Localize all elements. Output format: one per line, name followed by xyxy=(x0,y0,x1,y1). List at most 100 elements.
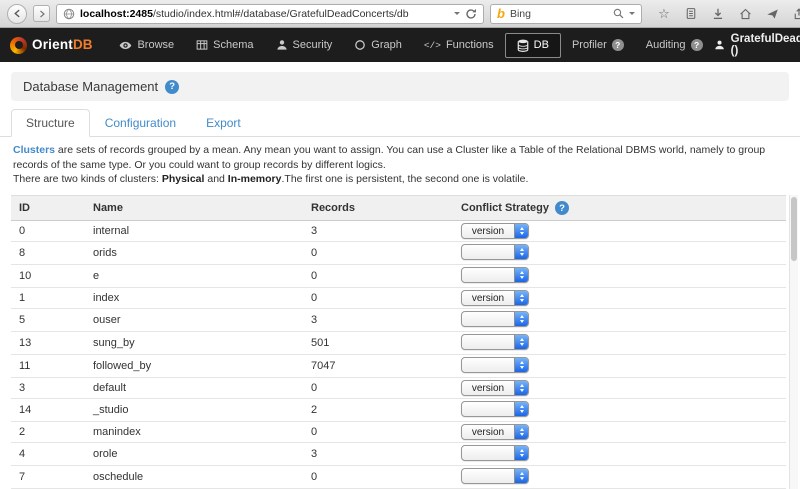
select-stepper-icon xyxy=(514,268,528,282)
downloads-icon[interactable] xyxy=(710,6,726,22)
nav-graph[interactable]: Graph xyxy=(343,33,413,57)
cluster-id: 8 xyxy=(11,242,85,265)
urlbar-dropdown-icon[interactable] xyxy=(454,12,460,15)
conflict-strategy-select[interactable] xyxy=(461,468,529,484)
url-bar[interactable]: localhost:2485/studio/index.html#/databa… xyxy=(56,4,484,24)
nav-browse[interactable]: Browse xyxy=(108,33,185,58)
cluster-strategy-cell: version xyxy=(453,378,786,399)
cluster-row: 3default0version xyxy=(11,378,786,399)
back-button[interactable] xyxy=(7,4,27,24)
nav-label: Graph xyxy=(371,39,402,51)
conflict-strategy-select[interactable]: version xyxy=(461,223,529,239)
forward-arrow-icon xyxy=(38,10,46,18)
reload-icon[interactable] xyxy=(465,8,477,20)
brand-orient: Orient xyxy=(32,37,73,52)
nav-profiler[interactable]: Profiler ? xyxy=(561,33,635,57)
tab-configuration[interactable]: Configuration xyxy=(90,109,191,137)
kinds-suffix: .The first one is persistent, the second… xyxy=(281,173,528,185)
clusters-table: ID Name Records Conflict Strategy? 0inte… xyxy=(11,195,786,489)
help-icon[interactable]: ? xyxy=(691,39,703,51)
code-icon: </> xyxy=(424,40,441,51)
conflict-strategy-value xyxy=(462,268,514,282)
conflict-strategy-select[interactable] xyxy=(461,311,529,327)
help-icon[interactable]: ? xyxy=(612,39,624,51)
url-text: localhost:2485/studio/index.html#/databa… xyxy=(80,8,409,20)
header-name: Name xyxy=(85,196,303,221)
cluster-id: 14 xyxy=(11,399,85,422)
cluster-row: 4orole3 xyxy=(11,443,786,466)
conflict-strategy-value: version xyxy=(462,291,514,305)
conflict-strategy-value: version xyxy=(462,224,514,238)
conflict-strategy-select[interactable]: version xyxy=(461,424,529,440)
cluster-name: internal xyxy=(85,221,303,242)
cluster-strategy-cell xyxy=(453,399,786,422)
cluster-row: 7oschedule0 xyxy=(11,466,786,489)
kinds-prefix: There are two kinds of clusters: xyxy=(13,173,162,185)
cluster-name: index xyxy=(85,288,303,309)
search-bar[interactable]: b Bing xyxy=(490,4,642,24)
cluster-kinds-paragraph: There are two kinds of clusters: Physica… xyxy=(13,172,787,187)
scrollbar-thumb[interactable] xyxy=(791,197,797,261)
share-icon[interactable] xyxy=(791,6,800,22)
page-help-icon[interactable]: ? xyxy=(165,80,179,94)
orientdb-brand[interactable]: OrientDB xyxy=(10,36,92,54)
conflict-strategy-help-icon[interactable]: ? xyxy=(555,201,569,215)
reading-list-icon[interactable] xyxy=(683,6,699,22)
scrollbar[interactable] xyxy=(789,195,798,489)
conflict-strategy-value xyxy=(462,245,514,259)
bookmark-star-icon[interactable]: ☆ xyxy=(656,6,672,22)
cluster-name: ouser xyxy=(85,309,303,332)
cluster-records: 0 xyxy=(303,466,453,489)
tab-structure[interactable]: Structure xyxy=(11,109,90,137)
clusters-table-body: 0internal3version8orids010e01index0versi… xyxy=(11,221,786,489)
tab-bar: Structure Configuration Export xyxy=(0,109,800,137)
cluster-name: orids xyxy=(85,242,303,265)
cluster-id: 3 xyxy=(11,378,85,399)
cluster-id: 2 xyxy=(11,422,85,443)
cluster-row: 8orids0 xyxy=(11,242,786,265)
header-conflict-strategy-label: Conflict Strategy xyxy=(461,202,549,214)
cluster-strategy-cell xyxy=(453,265,786,288)
forward-button[interactable] xyxy=(33,5,50,22)
conflict-strategy-select[interactable]: version xyxy=(461,290,529,306)
database-icon xyxy=(517,39,529,52)
select-stepper-icon xyxy=(514,312,528,326)
conflict-strategy-select[interactable] xyxy=(461,445,529,461)
cluster-id: 13 xyxy=(11,332,85,355)
nav-db[interactable]: DB xyxy=(505,33,561,58)
conflict-strategy-value: version xyxy=(462,381,514,395)
cluster-records: 0 xyxy=(303,288,453,309)
cluster-row: 1index0 version xyxy=(11,288,786,309)
nav-functions[interactable]: </> Functions xyxy=(413,33,505,57)
cluster-row: 2manindex0version xyxy=(11,422,786,443)
tab-export[interactable]: Export xyxy=(191,109,256,137)
cluster-records: 501 xyxy=(303,332,453,355)
cluster-records: 0 xyxy=(303,242,453,265)
send-tab-icon[interactable] xyxy=(764,6,780,22)
conflict-strategy-select[interactable] xyxy=(461,244,529,260)
conflict-strategy-select[interactable] xyxy=(461,401,529,417)
eye-icon xyxy=(119,39,132,52)
conflict-strategy-select[interactable] xyxy=(461,267,529,283)
select-stepper-icon xyxy=(514,291,528,305)
user-menu[interactable]: GratefulDeadConcerts () xyxy=(714,33,800,57)
conflict-strategy-select[interactable] xyxy=(461,334,529,350)
cluster-strategy-cell xyxy=(453,466,786,489)
conflict-strategy-select[interactable] xyxy=(461,357,529,373)
nav-schema[interactable]: Schema xyxy=(185,33,264,57)
clusters-link[interactable]: Clusters xyxy=(13,144,55,156)
header-id: ID xyxy=(11,196,85,221)
nav-auditing[interactable]: Auditing ? xyxy=(635,33,714,57)
cluster-name: manindex xyxy=(85,422,303,443)
search-engine-dropdown-icon[interactable] xyxy=(629,12,635,15)
search-icon[interactable] xyxy=(613,8,624,19)
conflict-strategy-value: version xyxy=(462,425,514,439)
home-icon[interactable] xyxy=(737,6,753,22)
conflict-strategy-value xyxy=(462,402,514,416)
site-identity-icon[interactable] xyxy=(63,8,75,20)
nav-label: Profiler xyxy=(572,39,607,51)
cluster-id: 1 xyxy=(11,288,85,309)
nav-security[interactable]: Security xyxy=(265,33,344,57)
conflict-strategy-select[interactable]: version xyxy=(461,380,529,396)
conflict-strategy-value xyxy=(462,446,514,460)
